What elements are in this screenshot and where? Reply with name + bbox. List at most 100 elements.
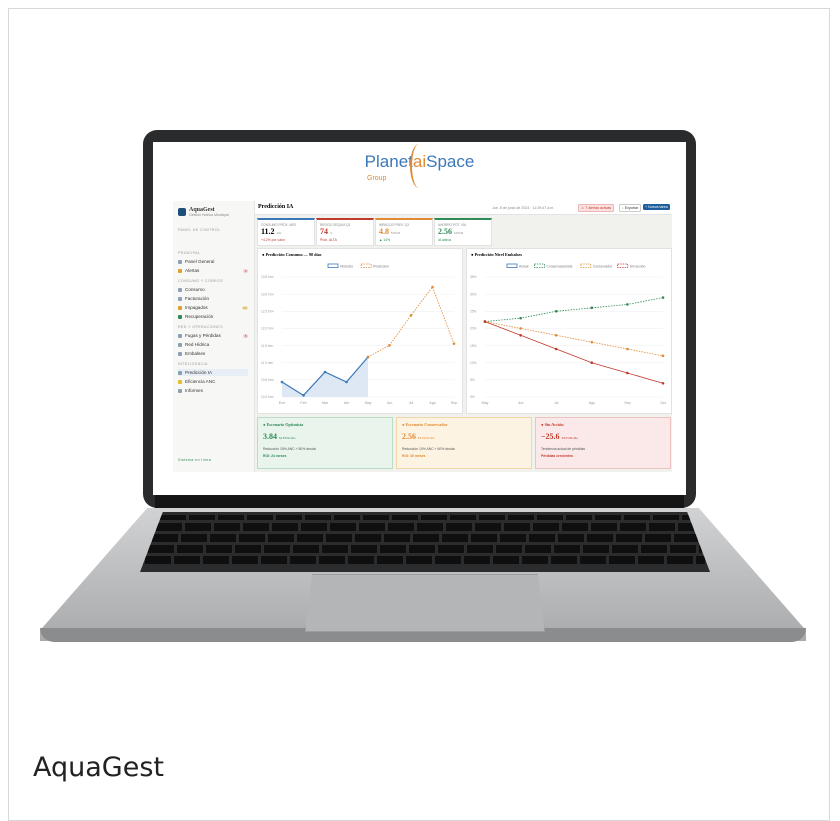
- export-button[interactable]: ↓ Exportar: [619, 204, 642, 212]
- app-status: PANEL DE CONTROL: [178, 228, 221, 232]
- data-point: [661, 296, 665, 299]
- data-point: [452, 342, 456, 345]
- series-line: [484, 297, 664, 322]
- y-tick-label: 30%: [470, 292, 477, 296]
- data-point: [388, 344, 391, 347]
- kpi-card-consumo: CONSUMO PRÓX. MES 11.2 hm³ +4.2% por cal…: [257, 218, 315, 246]
- sidebar-item-facturacion[interactable]: Facturación: [178, 295, 248, 302]
- system-status: Sistema en línea: [178, 458, 212, 462]
- panel-title: ● Predicción Consumo — 90 días: [262, 252, 322, 257]
- scenario-value: 2.56 M EUR/año: [402, 432, 435, 441]
- x-tick-label: Ago: [589, 401, 595, 405]
- x-tick-label: Jun: [387, 401, 393, 405]
- kpi-card-impagos: IMPAGOS PREV. Q3 4.8 M EUR ▲ 14%: [375, 218, 433, 246]
- bell-icon: [178, 268, 182, 273]
- data-point: [409, 314, 413, 317]
- top-bar: Predicción IA Jue, 8 de junio de 2024 · …: [255, 201, 672, 215]
- sidebar-item-red-hidrica[interactable]: Red Hídrica: [178, 341, 248, 348]
- kpi-value: 4.8 M EUR: [379, 227, 401, 236]
- search-icon: [178, 333, 182, 338]
- y-tick-label: 5%: [470, 378, 475, 382]
- grid-icon: [178, 259, 182, 264]
- x-tick-label: Jul: [409, 401, 414, 405]
- sidebar-item-prediccion-ia[interactable]: Predicción IA: [178, 369, 248, 376]
- x-tick-label: Ene: [279, 401, 285, 405]
- sidebar-item-recuperacion[interactable]: Recuperación: [178, 313, 248, 320]
- sidebar-item-alertas[interactable]: Alertas 3: [178, 267, 248, 274]
- keyboard: [140, 512, 710, 572]
- y-tick-label: 12.5 hm³: [261, 309, 274, 313]
- laptop-hinge: [155, 495, 684, 509]
- legend-swatch: [534, 263, 545, 268]
- sidebar-item-informes[interactable]: Informes: [178, 387, 248, 394]
- y-tick-label: 25%: [470, 309, 477, 313]
- sidebar-item-embalses[interactable]: Embalses: [178, 350, 248, 357]
- y-tick-label: 11.0 hm³: [261, 361, 273, 365]
- legend-label: Histórico: [340, 265, 353, 269]
- active-alerts-button[interactable]: ⚠ 7 alertas activas: [578, 204, 615, 212]
- data-point: [590, 361, 594, 365]
- data-point: [483, 320, 487, 323]
- nav-section-title: CONSUMO Y COBROS: [178, 279, 224, 283]
- legend-label: Conservacionista: [546, 265, 572, 269]
- data-point: [626, 347, 629, 351]
- impagados-badge: 12: [241, 305, 248, 310]
- data-point: [590, 306, 594, 310]
- app-subtitle: Gestión Hídrica Municipal: [189, 213, 229, 217]
- y-tick-label: 35%: [470, 275, 477, 279]
- nav-section-title: INTELIGENCIA: [178, 362, 208, 366]
- main-content: Predicción IA Jue, 8 de junio de 2024 · …: [255, 201, 672, 472]
- consumption-chart: Histórico Predicción 10.0 hm³ 10.5 hm³ 11.0 …: [261, 263, 457, 405]
- alert-count-badge: 3: [243, 268, 248, 273]
- legend-label: Actual: [519, 265, 529, 269]
- series-line: [484, 321, 664, 357]
- page-title: Predicción IA: [258, 204, 294, 210]
- x-tick-label: Jul: [554, 401, 559, 405]
- data-point: [626, 371, 629, 375]
- data-point: [280, 380, 284, 384]
- nav-section-title: PRINCIPAL: [178, 251, 201, 255]
- trackpad: [305, 574, 545, 632]
- sidebar-item-panel-general[interactable]: Panel General: [178, 258, 248, 265]
- bolt-icon: [178, 379, 182, 384]
- fugas-badge: 5: [243, 333, 248, 338]
- data-point: [626, 303, 629, 306]
- legend-swatch: [617, 263, 629, 268]
- network-icon: [178, 342, 182, 347]
- refresh-icon: [178, 314, 182, 319]
- new-task-button[interactable]: + Nueva tarea: [643, 204, 670, 210]
- scenario-sin-accion-card: ● Sin Acción −25.6 M EUR/año Tendencia a…: [535, 417, 671, 469]
- legend-label: Sin acción: [630, 265, 646, 269]
- y-tick-label: 10%: [470, 361, 477, 365]
- nav-section-title: RED Y OPERACIONES: [178, 325, 224, 329]
- document-icon: [178, 388, 182, 393]
- x-tick-label: Feb: [300, 401, 306, 405]
- x-tick-label: May: [482, 401, 489, 405]
- data-point: [431, 285, 434, 289]
- data-point: [590, 340, 594, 344]
- data-point: [519, 327, 522, 330]
- legend-label: Predicción: [373, 265, 389, 269]
- x-tick-label: Jun: [518, 401, 524, 405]
- data-point: [661, 381, 665, 385]
- planetai-logo: PlanetaiSpace Group: [153, 142, 686, 193]
- series-line: [484, 321, 664, 384]
- sidebar-item-consumo[interactable]: Consumo: [178, 286, 248, 293]
- legend-swatch: [360, 263, 372, 268]
- sidebar-item-impagados[interactable]: Impagados 12: [178, 304, 248, 311]
- data-point: [345, 380, 348, 384]
- legend-swatch: [580, 263, 592, 268]
- data-point: [554, 333, 558, 337]
- laptop-screen: PlanetaiSpace Group AquaGest Gestión Híd…: [153, 142, 686, 495]
- data-point: [554, 309, 558, 313]
- y-tick-label: 11.5 hm³: [261, 344, 273, 348]
- sidebar-item-fugas[interactable]: Fugas y Pérdidas 5: [178, 332, 248, 339]
- kpi-card-sequia: RIESGO SEQUÍA Q3 74 % Prob. ALTA: [316, 218, 374, 246]
- scenario-value: 3.84 M EUR/año: [263, 432, 296, 441]
- scenario-optimista-card: ● Escenario Optimista 3.84 M EUR/año Red…: [257, 417, 393, 469]
- sidebar-item-eficiencia-anc[interactable]: Eficiencia ANC: [178, 378, 248, 385]
- y-tick-label: 13.0 hm³: [261, 292, 274, 296]
- datetime: Jue, 8 de junio de 2024 · 11:39:47 a.m.: [492, 205, 555, 210]
- y-tick-label: 10.0 hm³: [261, 395, 274, 399]
- caption: AquaGest: [33, 752, 164, 783]
